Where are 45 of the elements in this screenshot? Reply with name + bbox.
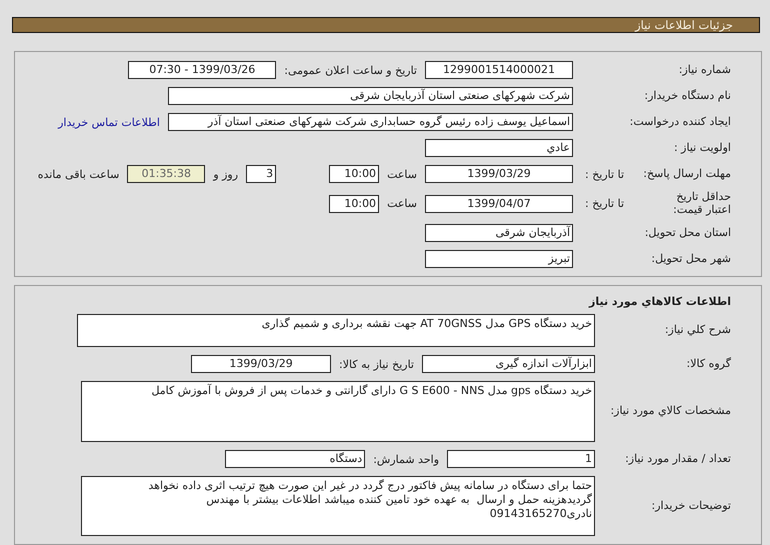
field-label: واحد شمارش: — [373, 452, 439, 466]
input-field: دستگاه — [225, 450, 366, 468]
field-label: شرح کلي نیاز: — [664, 324, 731, 338]
input-field: 1399/03/29 — [191, 355, 332, 374]
field-label: ساعت — [387, 197, 417, 210]
input-field: 1399/03/26 - 07:30 — [128, 61, 276, 79]
field-label: نام دستگاه خریدار: — [644, 90, 731, 102]
page-header: جزئیات اطلاعات نیاز — [12, 17, 760, 33]
field-label: مهلت ارسال پاسخ: — [643, 168, 731, 180]
section-title: اطلاعات کالاهاي مورد نیاز — [589, 295, 731, 308]
field-label: مشخصات کالاي مورد نیاز: — [610, 405, 731, 418]
field-label: تا تاریخ : — [585, 197, 624, 210]
input-field: تبریز — [425, 250, 573, 268]
input-field: 1299001514000021 — [425, 61, 573, 79]
field-label: ساعت — [387, 168, 417, 180]
field-label: توضیحات خریدار: — [652, 500, 731, 513]
input-field: 3 — [246, 165, 276, 183]
field-label: تعداد / مقدار مورد نیاز: — [625, 452, 731, 466]
field-label: روز و — [213, 168, 238, 180]
field-label: شهر محل تحویل: — [651, 252, 731, 266]
input-field: خرید دستگاه GPS مدل AT 70GNSS جهت نقشه برداری و شمیم گذاری — [77, 314, 595, 348]
input-field: ابزارآلات اندازه گیری — [422, 355, 595, 374]
input-field: 1 — [447, 450, 595, 468]
input-field: 10:00 — [329, 194, 380, 213]
input-field: 1399/04/07 — [425, 194, 573, 213]
field-label: شماره نیاز: — [678, 64, 731, 76]
countdown-field: 01:35:38 — [127, 165, 206, 183]
field-label: تا تاریخ : — [585, 168, 624, 180]
field-label: ایجاد کننده درخواست: — [630, 116, 731, 128]
input-field: آذربایجان شرقی — [425, 224, 573, 242]
field-label: حداقل تاریخ اعتبار قیمت: — [672, 191, 731, 216]
input-field: عادي — [425, 139, 573, 157]
field-label: ساعت باقی مانده — [38, 168, 120, 180]
field-label: استان محل تحویل: — [644, 226, 731, 240]
input-field: شرکت شهرکهای صنعتی استان آذربایجان شرقی — [168, 87, 573, 105]
input-field: 10:00 — [329, 165, 380, 183]
field-label: تاریخ نیاز به کالا: — [339, 358, 414, 371]
input-field: 1399/03/29 — [425, 165, 573, 183]
field-label: گروه کالا: — [686, 358, 731, 371]
input-field: اسماعیل یوسف زاده رئیس گروه حسابداری شرکت شهرکهای صنعتی استان آذر — [168, 113, 573, 131]
field-label: تاریخ و ساعت اعلان عمومی: — [284, 64, 417, 76]
input-field: حتما برای دستگاه در سامانه پیش فاکتور درج گردد در غیر این صورت هیچ ترتیب اثری داده نخواهد گردیدهزینه حمل و ارسال به عهده خود تامین کننده میباشد اطلاعات بیشتر با مهندس نادری09143165270 — [81, 476, 595, 536]
field-label: اولویت نیاز : — [674, 142, 731, 154]
contact-link[interactable]: اطلاعات تماس خریدار — [58, 116, 160, 128]
input-field: خرید دستگاه gps مدل G S E600 - NNS دارای گارانتی و خدمات پس از فروش با آموزش کامل — [81, 381, 595, 442]
